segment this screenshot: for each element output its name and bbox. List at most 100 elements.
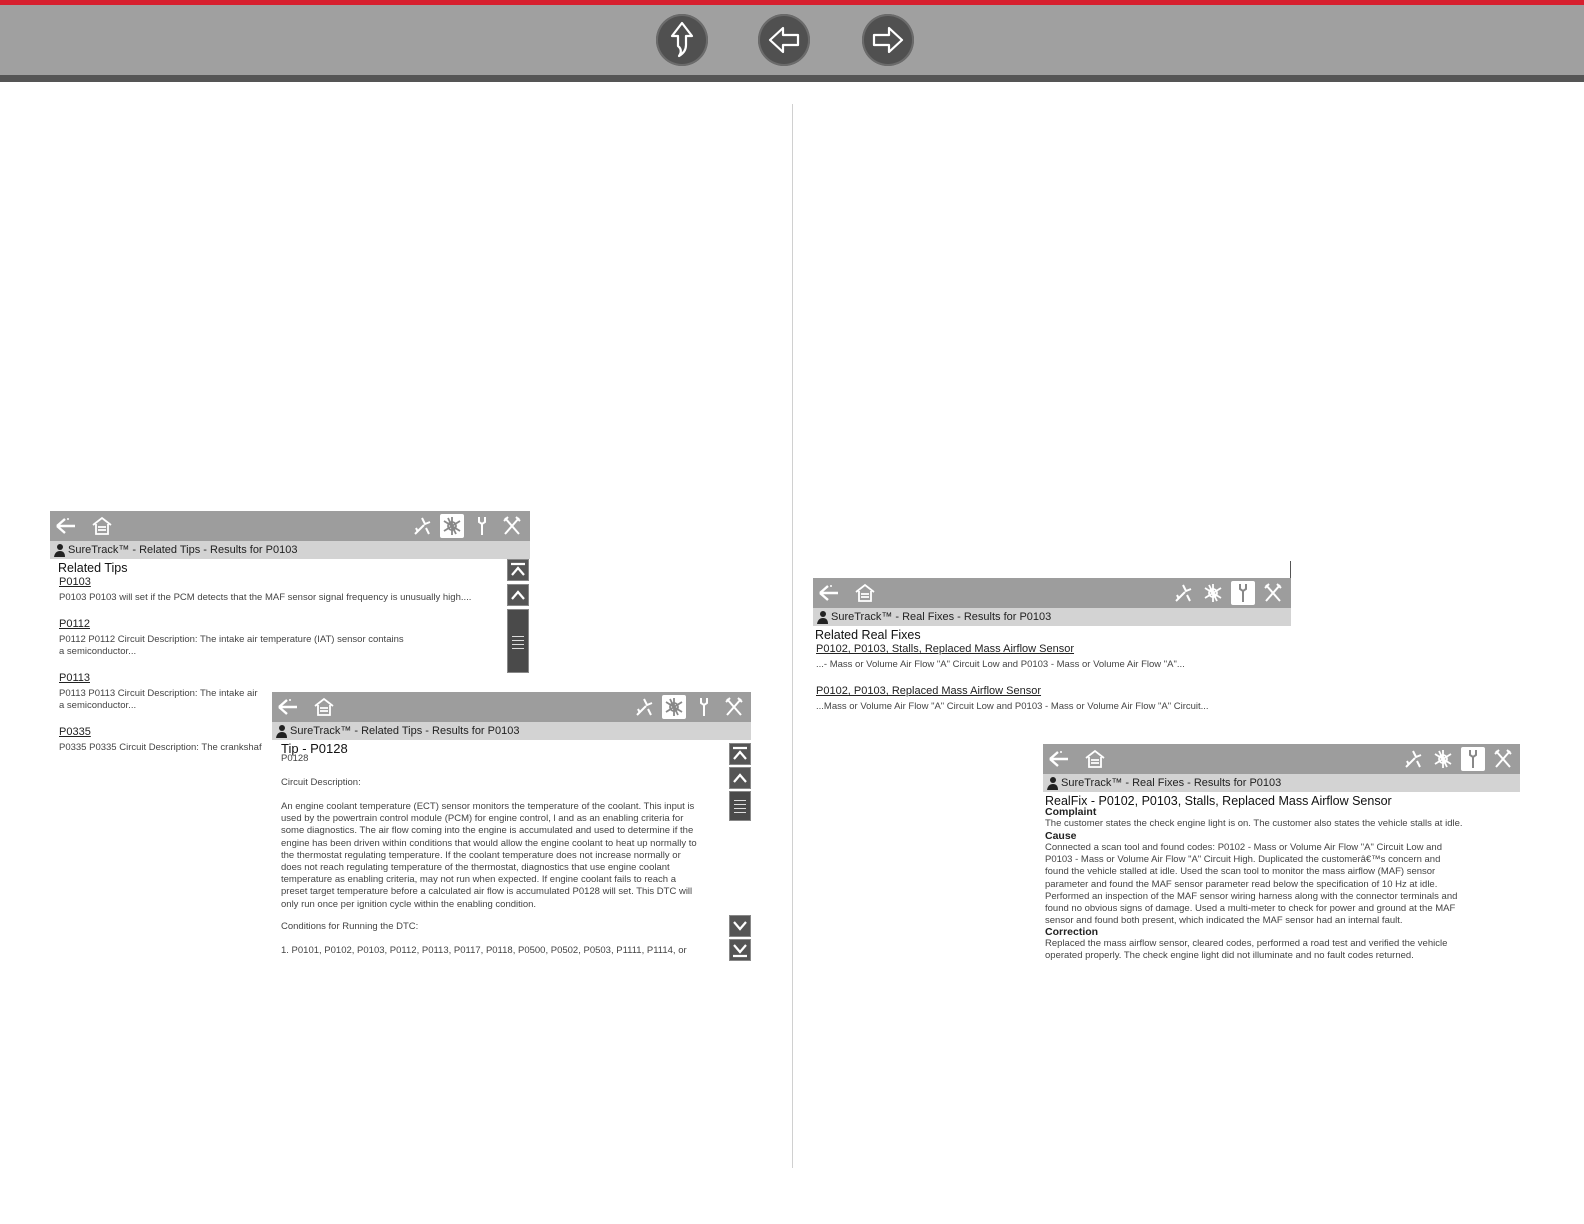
scroll-bottom-button[interactable] — [729, 939, 751, 961]
tip-link-p0103[interactable]: P0103 — [59, 576, 91, 588]
complaint-text: The customer states the check engine lig… — [1045, 818, 1463, 829]
scroll-down-button[interactable] — [729, 915, 751, 937]
scroll-top-button[interactable] — [729, 743, 751, 765]
window-title: SureTrack™ - Real Fixes - Results for P0… — [831, 611, 1052, 623]
accent-stripe — [0, 0, 1584, 5]
double-up-icon — [733, 746, 747, 760]
tip-link-p0112[interactable]: P0112 — [59, 618, 90, 630]
text-line: only run once per ignition cycle within … — [281, 898, 537, 910]
scrollbar[interactable] — [729, 740, 751, 962]
text-line: found no obvious signs of damage. Used a… — [1045, 903, 1456, 915]
window-toolbar — [50, 511, 530, 541]
up-arrow-icon — [670, 21, 694, 58]
text-line: Replaced the mass airflow sensor, cleare… — [1045, 938, 1448, 949]
home-icon[interactable] — [853, 581, 877, 605]
real-fix-detail-window: SureTrack™ - Real Fixes - Results for P0… — [1043, 744, 1520, 968]
tip-detail-window: SureTrack™ - Related Tips - Results for … — [272, 692, 751, 962]
scrollbar[interactable] — [507, 559, 529, 673]
back-button[interactable] — [758, 14, 810, 66]
home-icon[interactable] — [90, 514, 114, 538]
wrench-icon[interactable] — [470, 514, 494, 538]
tool-tips-icon[interactable] — [1171, 581, 1195, 605]
scroll-up-button[interactable] — [507, 584, 529, 606]
text-line: operated properly. The check engine ligh… — [1045, 950, 1414, 962]
list-heading: Related Tips — [58, 561, 128, 575]
scroll-up-button[interactable] — [729, 767, 751, 789]
cause-text: Connected a scan tool and found codes: P… — [1045, 842, 1515, 927]
wrench-icon[interactable] — [692, 695, 716, 719]
text-line: preset target temperature before a calcu… — [281, 886, 693, 898]
section-label: Complaint — [1045, 806, 1097, 818]
chevron-up-icon — [733, 773, 747, 783]
real-fix-link[interactable]: P0102, P0103, Replaced Mass Airflow Sens… — [816, 685, 1041, 697]
crossed-tools-icon[interactable] — [722, 695, 746, 719]
column-divider — [792, 104, 793, 1168]
window-title: SureTrack™ - Related Tips - Results for … — [290, 725, 520, 737]
text-line: used by the powertrain control module (P… — [281, 813, 684, 825]
nav-bar-bottom-border — [0, 75, 1584, 82]
back-icon[interactable] — [54, 514, 78, 538]
fixes-list: Related Real Fixes P0102, P0103, Stalls,… — [813, 626, 1291, 718]
left-arrow-icon — [768, 26, 800, 54]
tool-tips-icon[interactable] — [410, 514, 434, 538]
window-title: SureTrack™ - Related Tips - Results for … — [68, 544, 298, 556]
text-line: Performed an inspection of the MAF senso… — [1045, 890, 1458, 902]
up-button[interactable] — [656, 14, 708, 66]
suretrack-logo-icon — [817, 611, 828, 624]
chevron-up-icon — [511, 590, 525, 600]
text-line: An engine coolant temperature (ECT) sens… — [281, 801, 695, 812]
section-label: Correction — [1045, 926, 1099, 938]
real-fix-desc: ...Mass or Volume Air Flow "A" Circuit L… — [816, 701, 1209, 712]
window-toolbar — [1043, 744, 1520, 774]
chevron-down-icon — [733, 921, 747, 931]
related-tips-icon[interactable] — [440, 514, 464, 538]
tip-desc: a semiconductor... — [59, 646, 137, 657]
back-icon[interactable] — [276, 695, 300, 719]
tip-desc: P0335 P0335 Circuit Description: The cra… — [59, 742, 262, 753]
double-up-icon — [511, 562, 525, 576]
crossed-tools-icon[interactable] — [1261, 581, 1285, 605]
scroll-top-button[interactable] — [507, 559, 529, 581]
text-line: Connected a scan tool and found codes: P… — [1045, 842, 1442, 853]
wrench-icon[interactable] — [1231, 581, 1255, 605]
correction-text: Replaced the mass airflow sensor, cleare… — [1045, 938, 1515, 962]
section-label: Cause — [1045, 830, 1077, 842]
tool-tips-icon[interactable] — [632, 695, 656, 719]
window-title-bar: SureTrack™ - Related Tips - Results for … — [272, 722, 751, 740]
tool-tips-icon[interactable] — [1401, 747, 1425, 771]
window-title-bar: SureTrack™ - Related Tips - Results for … — [50, 541, 530, 559]
scroll-thumb[interactable] — [729, 791, 751, 821]
section-label: Conditions for Running the DTC: — [281, 921, 419, 932]
text-line: parameter and found the MAF sensor param… — [1045, 878, 1438, 890]
back-icon[interactable] — [817, 581, 841, 605]
window-title-bar: SureTrack™ - Real Fixes - Results for P0… — [813, 608, 1291, 626]
home-icon[interactable] — [1083, 747, 1107, 771]
text-line: sensor and found both present, which ind… — [1045, 915, 1403, 927]
real-fix-content: RealFix - P0102, P0103, Stalls, Replaced… — [1043, 792, 1520, 968]
text-line: P0103 - Mass or Volume Air Flow "A" Circ… — [1045, 854, 1441, 866]
crossed-tools-icon[interactable] — [1491, 747, 1515, 771]
crossed-tools-icon[interactable] — [500, 514, 524, 538]
window-title-bar: SureTrack™ - Real Fixes - Results for P0… — [1043, 774, 1520, 792]
wrench-icon[interactable] — [1461, 747, 1485, 771]
related-tips-icon[interactable] — [662, 695, 686, 719]
real-fix-link[interactable]: P0102, P0103, Stalls, Replaced Mass Airf… — [816, 643, 1074, 655]
text-line: engine has been driven within conditions… — [281, 837, 697, 849]
top-nav-bar — [0, 0, 1584, 82]
circuit-description: An engine coolant temperature (ECT) sens… — [281, 801, 726, 911]
scroll-thumb[interactable] — [507, 609, 529, 673]
tip-link-p0335[interactable]: P0335 — [59, 726, 91, 738]
real-fixes-window: SureTrack™ - Real Fixes - Results for P0… — [813, 578, 1291, 718]
real-fix-heading: RealFix - P0102, P0103, Stalls, Replaced… — [1045, 794, 1392, 808]
real-fix-desc: ...- Mass or Volume Air Flow "A" Circuit… — [816, 659, 1185, 670]
related-tips-icon[interactable] — [1201, 581, 1225, 605]
suretrack-logo-icon — [54, 544, 65, 557]
list-item: 1. P0101, P0102, P0103, P0112, P0113, P0… — [281, 945, 687, 956]
related-tips-icon[interactable] — [1431, 747, 1455, 771]
home-icon[interactable] — [312, 695, 336, 719]
cursor-line — [1290, 561, 1291, 578]
back-icon[interactable] — [1047, 747, 1071, 771]
tip-link-p0113[interactable]: P0113 — [59, 672, 90, 684]
text-line: some diagnostics. The air flow coming in… — [281, 825, 694, 837]
forward-button[interactable] — [862, 14, 914, 66]
